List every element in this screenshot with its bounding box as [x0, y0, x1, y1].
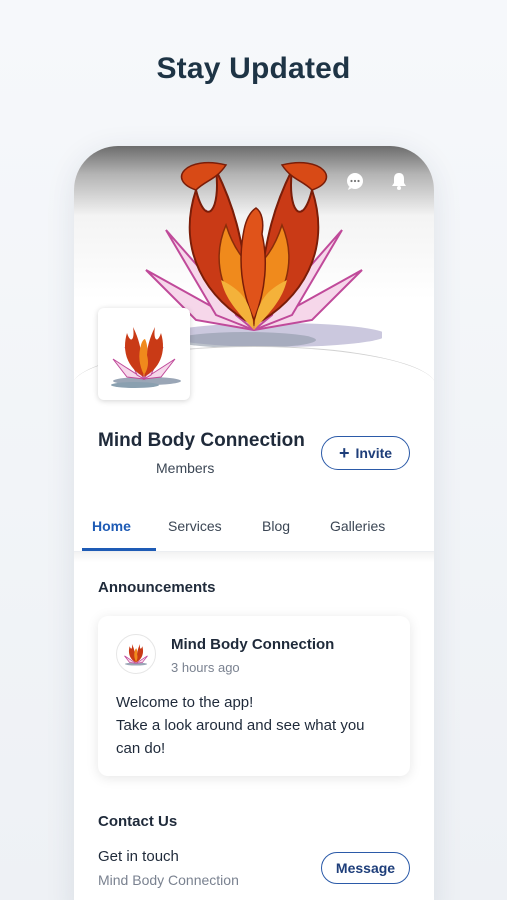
invite-label: Invite — [355, 445, 393, 461]
post-time: 3 hours ago — [171, 660, 240, 675]
plus-icon: + — [338, 443, 350, 463]
post-body: Welcome to the app! Take a look around a… — [116, 691, 401, 760]
post-body-line: Welcome to the app! — [116, 694, 254, 711]
bell-icon[interactable] — [388, 170, 410, 192]
post-author: Mind Body Connection — [171, 636, 335, 653]
contact-subtext: Mind Body Connection — [98, 872, 239, 888]
tab-services[interactable]: Services — [168, 518, 222, 534]
announcements-title: Announcements — [98, 579, 216, 596]
site-name: Mind Body Connection — [98, 430, 305, 451]
active-tab-indicator — [82, 548, 156, 551]
message-button[interactable]: Message — [321, 852, 410, 884]
contact-text: Get in touch — [98, 848, 179, 865]
contact-title: Contact Us — [98, 813, 178, 830]
invite-button[interactable]: + Invite — [321, 436, 410, 470]
announcement-card[interactable]: Mind Body Connection 3 hours ago Welcome… — [98, 616, 410, 776]
members-label[interactable]: Members — [156, 460, 214, 476]
post-body-line: Take a look around and see what you — [116, 717, 365, 734]
tab-galleries[interactable]: Galleries — [330, 518, 385, 534]
tab-blog[interactable]: Blog — [262, 518, 290, 534]
site-logo — [98, 308, 190, 400]
page-heading: Stay Updated — [156, 52, 351, 85]
post-body-line: can do! — [116, 740, 166, 757]
chat-icon[interactable] — [344, 170, 366, 192]
tab-bar: Home Services Blog Galleries — [74, 506, 434, 552]
tab-home[interactable]: Home — [92, 518, 131, 534]
phone-screen: Mind Body Connection Members + Invite Ho… — [74, 146, 434, 900]
post-avatar — [116, 634, 156, 674]
